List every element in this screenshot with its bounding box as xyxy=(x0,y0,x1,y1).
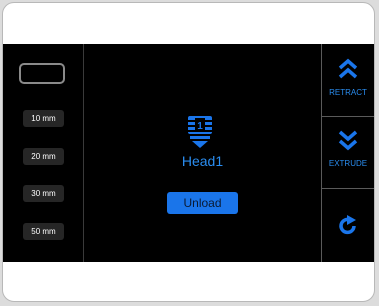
head-number: 1 xyxy=(197,121,203,132)
step-size-panel: 10 mm 20 mm 30 mm 50 mm xyxy=(3,44,84,262)
retract-button[interactable]: RETRACT xyxy=(322,44,374,116)
extruder-control-panel: RETRACT EXTRUDE xyxy=(321,44,374,262)
print-head-icon: 1 xyxy=(186,116,214,148)
step-value-display xyxy=(19,63,65,84)
extrude-label: EXTRUDE xyxy=(328,159,368,168)
head-panel: 1 Head1 Unload xyxy=(84,44,321,262)
double-chevron-down-icon xyxy=(338,130,358,151)
retract-label: RETRACT xyxy=(329,88,367,97)
step-50mm-button[interactable]: 50 mm xyxy=(23,223,64,240)
device-frame: 10 mm 20 mm 30 mm 50 mm 1 Head1 Unload R… xyxy=(2,2,375,302)
extrude-button[interactable]: EXTRUDE xyxy=(322,117,374,188)
step-10mm-button[interactable]: 10 mm xyxy=(23,110,64,127)
step-30mm-button[interactable]: 30 mm xyxy=(23,185,64,202)
step-20mm-button[interactable]: 20 mm xyxy=(23,148,64,165)
double-chevron-up-icon xyxy=(338,58,358,79)
refresh-button[interactable] xyxy=(322,189,374,262)
refresh-icon xyxy=(339,215,356,235)
filament-screen: 10 mm 20 mm 30 mm 50 mm 1 Head1 Unload R… xyxy=(3,44,374,262)
head-label: Head1 xyxy=(181,153,224,169)
unload-button[interactable]: Unload xyxy=(167,192,238,214)
